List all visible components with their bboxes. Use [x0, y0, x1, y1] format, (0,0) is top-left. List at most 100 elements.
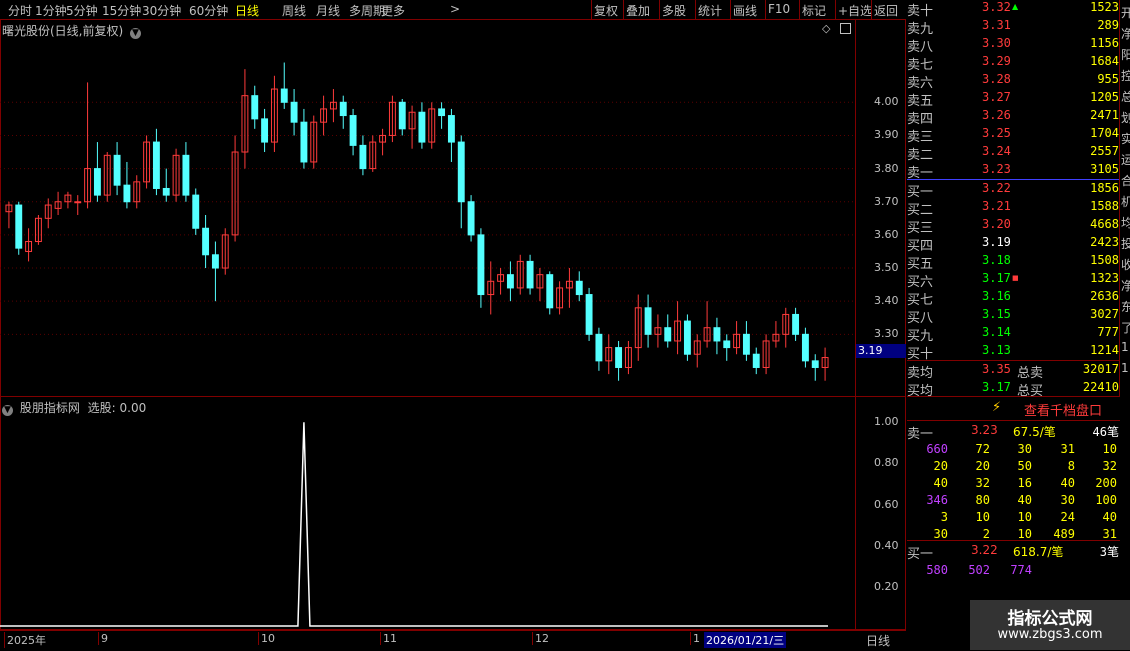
ask-price: 3.28 — [982, 72, 1011, 86]
bid-label: 买四 — [907, 239, 934, 254]
period-tab-6[interactable]: 日线 — [235, 2, 259, 19]
total-volume: 32017 — [1082, 362, 1119, 376]
period-tab-7[interactable]: 周线 — [282, 2, 306, 19]
queue-order-size: 24 — [1060, 510, 1075, 524]
bid-price: 3.18 — [982, 253, 1011, 267]
ask-label: 卖三 — [907, 130, 934, 145]
ask-row[interactable]: 卖十 3.32 ▲ 1523 — [907, 0, 1119, 19]
candle-body — [467, 201, 475, 236]
toolbar-button-8[interactable]: 返回 — [874, 2, 898, 19]
bid-price: 3.21 — [982, 199, 1011, 213]
level2-divider — [907, 540, 1120, 541]
diamond-icon[interactable]: ◇ — [822, 22, 830, 35]
queue-price: 3.23 — [971, 423, 998, 437]
ask-label: 卖五 — [907, 94, 934, 109]
ask-row[interactable]: 卖六 3.28 955 — [907, 72, 1119, 91]
period-tab-1[interactable]: 1分钟 — [35, 2, 67, 19]
ask-label: 卖十 — [907, 4, 934, 19]
bid-volume: 1588 — [1090, 199, 1119, 213]
period-tab-10[interactable]: 更多 — [381, 2, 405, 19]
avg-label: 卖均 — [907, 366, 934, 381]
toolbar-button-1[interactable]: 叠加 — [626, 2, 650, 19]
bid-label: 买五 — [907, 257, 934, 272]
bid-price: 3.14 — [982, 325, 1011, 339]
toolbar-separator — [623, 0, 624, 19]
bid-row[interactable]: 买一 3.22 1856 — [907, 181, 1119, 200]
toolbar-button-7[interactable]: +自选 — [838, 2, 872, 19]
bid-row[interactable]: 买五 3.18 1508 — [907, 253, 1119, 272]
toolbar-button-3[interactable]: 统计 — [698, 2, 722, 19]
ask-label: 卖七 — [907, 58, 934, 73]
lightning-icon: ⚡ — [992, 400, 1002, 415]
bid-row[interactable]: 买九 3.14 777 — [907, 325, 1119, 344]
total-label: 总卖 — [1017, 366, 1044, 381]
up-arrow-icon: ▲ — [1012, 2, 1019, 11]
ask-label: 卖六 — [907, 76, 934, 91]
expand-icon[interactable] — [840, 23, 851, 34]
toolbar-button-4[interactable]: 画线 — [733, 2, 757, 19]
candle-body — [723, 340, 731, 349]
toolbar-button-6[interactable]: 标记 — [802, 2, 826, 19]
toolbar-separator — [730, 0, 731, 19]
queue-per-order: 67.5/笔 — [1013, 425, 1056, 439]
queue-order-size: 32 — [975, 476, 990, 490]
bid-row[interactable]: 买十 3.13 1214 — [907, 343, 1119, 362]
ask-row[interactable]: 卖一 3.23 3105 — [907, 162, 1119, 181]
square-marker-icon: ■ — [1012, 274, 1019, 282]
side-strip-char: 东 — [1121, 300, 1130, 314]
ask-row[interactable]: 卖三 3.25 1704 — [907, 126, 1119, 145]
period-label[interactable]: 日线 — [866, 632, 890, 649]
side-strip-char: 净 — [1121, 279, 1130, 293]
side-strip-char: 投 — [1121, 237, 1130, 251]
buy1-summary: 买一 3.22 618.7/笔 3笔 — [907, 543, 1119, 562]
side-strip-char: 开 — [1121, 6, 1130, 20]
toolbar-button-5[interactable]: F10 — [768, 2, 790, 16]
ask-row[interactable]: 卖四 3.26 2471 — [907, 108, 1119, 127]
bid-row[interactable]: 买三 3.20 4668 — [907, 217, 1119, 236]
period-tab-4[interactable]: 30分钟 — [142, 2, 181, 19]
period-tab-0[interactable]: 分时 — [8, 2, 32, 19]
more-arrow-icon[interactable]: > — [450, 2, 460, 16]
period-tab-5[interactable]: 60分钟 — [189, 2, 228, 19]
candle-body — [792, 313, 800, 335]
bid-row[interactable]: 买四 3.19 2423 — [907, 235, 1119, 254]
candle-body — [359, 144, 367, 170]
ask-row[interactable]: 卖五 3.27 1205 — [907, 90, 1119, 109]
queue-label: 卖一 — [907, 427, 934, 442]
y-tick-label: 3.50 — [874, 261, 899, 275]
bid-row[interactable]: 买七 3.16 2636 — [907, 289, 1119, 308]
ask-volume: 3105 — [1090, 162, 1119, 176]
candle-body — [251, 95, 259, 120]
y-tick-label: 3.60 — [874, 227, 899, 241]
candle-body — [438, 108, 446, 117]
period-tab-2[interactable]: 5分钟 — [66, 2, 98, 19]
period-tab-8[interactable]: 月线 — [316, 2, 340, 19]
ask-row[interactable]: 卖七 3.29 1684 — [907, 54, 1119, 73]
ask-row[interactable]: 卖九 3.31 289 — [907, 18, 1119, 37]
ask-price: 3.32 — [982, 0, 1011, 14]
bid-volume: 1214 — [1090, 343, 1119, 357]
bid-row[interactable]: 买八 3.15 3027 — [907, 307, 1119, 326]
bid-row[interactable]: 买六 3.17 ■ 1323 — [907, 271, 1119, 290]
period-tab-3[interactable]: 15分钟 — [102, 2, 141, 19]
bid-label: 买八 — [907, 311, 934, 326]
queue-order-size: 30 — [1017, 442, 1032, 456]
toolbar-button-0[interactable]: 复权 — [594, 2, 618, 19]
period-tab-9[interactable]: 多周期 — [349, 2, 385, 19]
side-strip-char: 收 — [1121, 258, 1130, 272]
y-tick-label: 3.70 — [874, 194, 899, 208]
ask-row[interactable]: 卖八 3.30 1156 — [907, 36, 1119, 55]
queue-order-size: 40 — [1102, 510, 1117, 524]
queue-order-size: 20 — [933, 459, 948, 473]
bid-price: 3.17 — [982, 271, 1011, 285]
queue-order-size: 31 — [1060, 442, 1075, 456]
indicator-chart[interactable] — [0, 412, 856, 628]
candlestick-chart[interactable] — [0, 36, 856, 394]
bid-row[interactable]: 买二 3.21 1588 — [907, 199, 1119, 218]
ask-row[interactable]: 卖二 3.24 2557 — [907, 144, 1119, 163]
toolbar-button-2[interactable]: 多股 — [662, 2, 686, 19]
candle-body — [349, 115, 357, 146]
side-strip-char: 了 — [1121, 321, 1130, 335]
toolbar-separator — [835, 0, 836, 19]
view-depth-button[interactable]: 查看千档盘口 — [1024, 400, 1102, 419]
